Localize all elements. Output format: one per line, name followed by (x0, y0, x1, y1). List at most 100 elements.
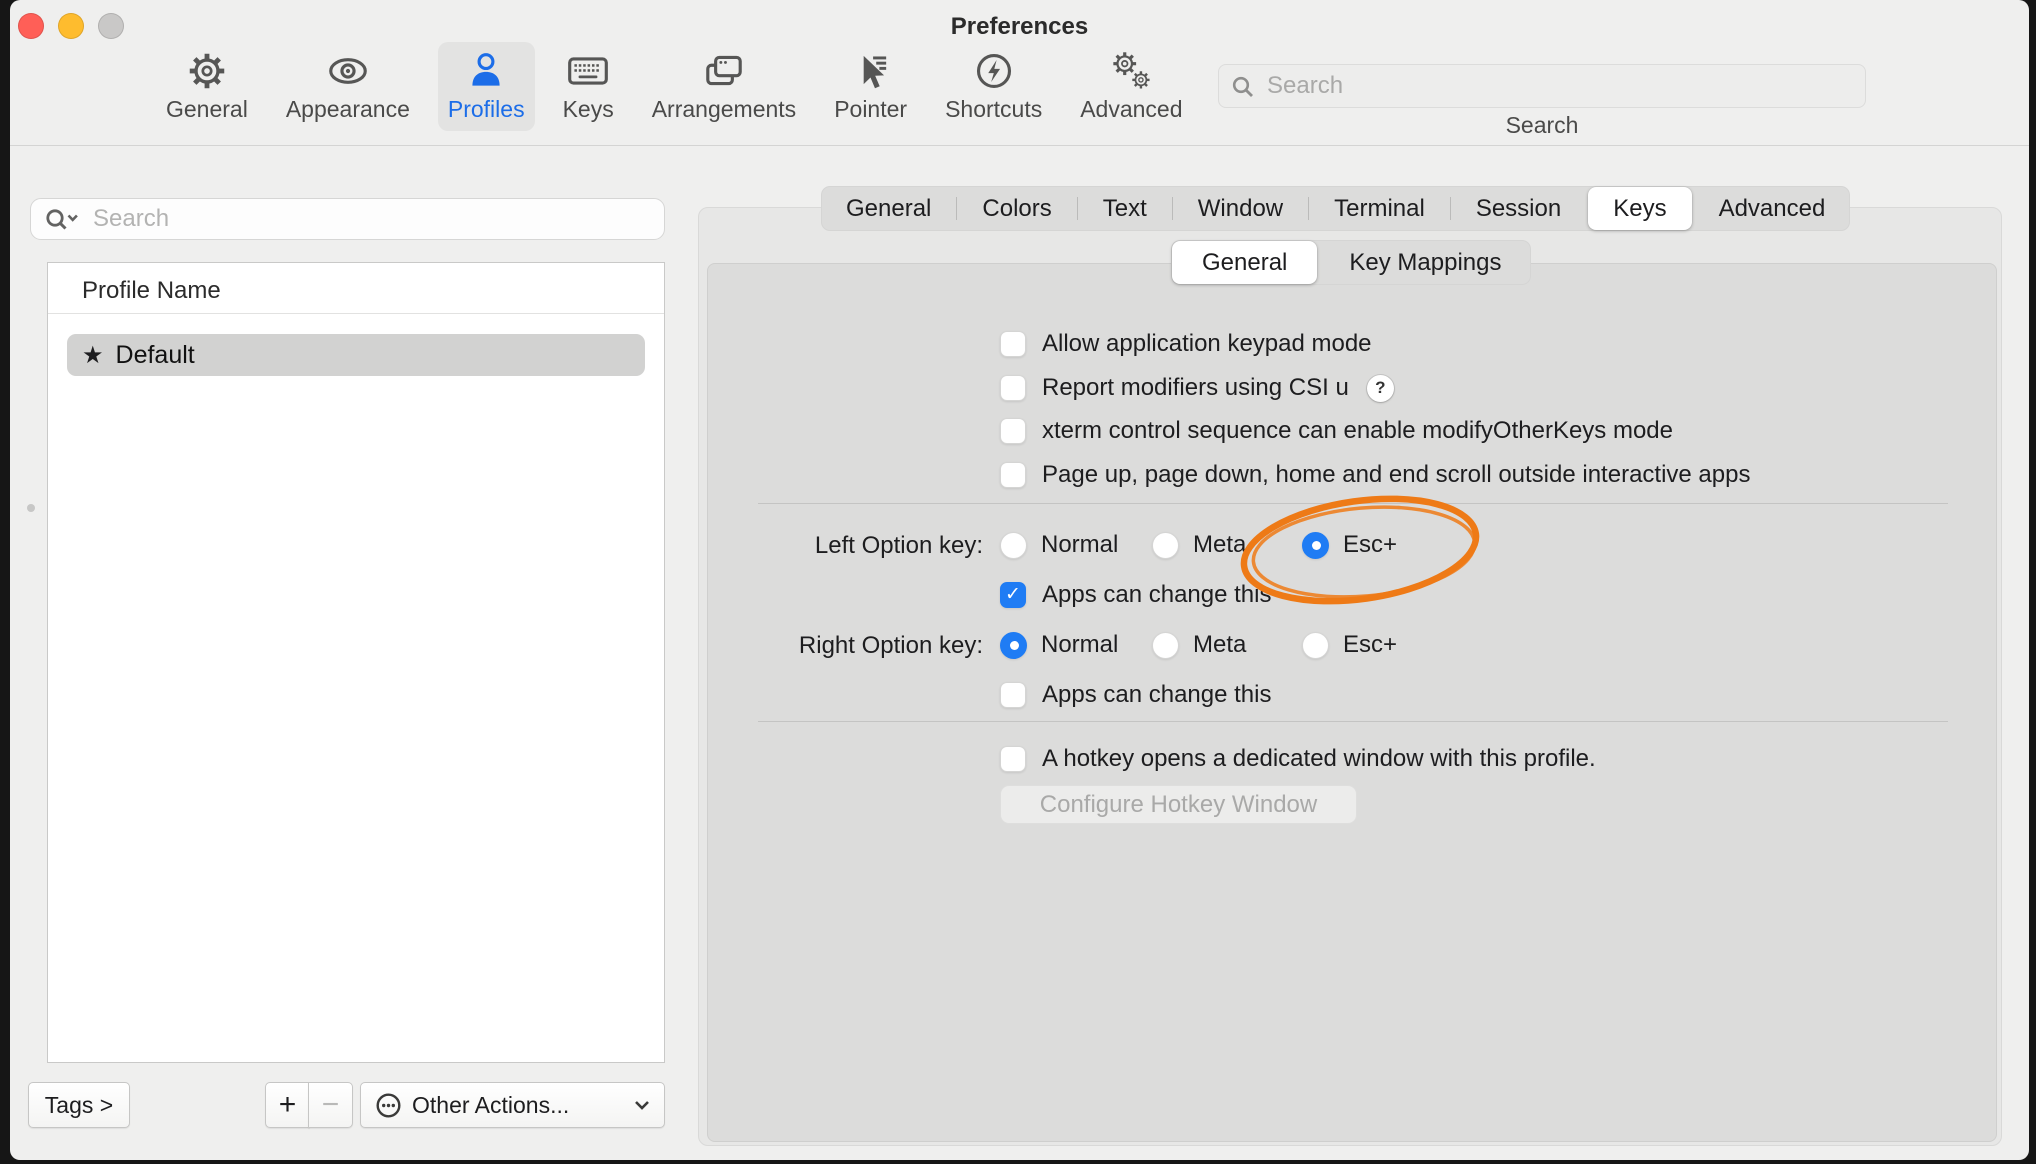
left-apps-can-change-row[interactable]: Apps can change this (1000, 581, 1272, 609)
toolbar-item-profiles[interactable]: Profiles (438, 42, 535, 131)
profile-list-header[interactable]: Profile Name (48, 263, 664, 314)
subtab-key-mappings[interactable]: Key Mappings (1319, 240, 1531, 285)
left-option-key-label: Left Option key: (700, 532, 983, 560)
checkbox-row-csi-u[interactable]: Report modifiers using CSI u ? (1000, 374, 1394, 402)
titlebar: Preferences General Appearance Prof (10, 0, 2029, 146)
eye-icon (325, 48, 371, 94)
radio-unselected[interactable] (1000, 532, 1027, 559)
toolbar-item-shortcuts[interactable]: Shortcuts (935, 42, 1052, 131)
radio-left-meta[interactable]: Meta (1152, 531, 1246, 559)
add-profile-button[interactable]: + (265, 1082, 310, 1128)
radio-label: Normal (1041, 631, 1118, 659)
gears-icon (1108, 48, 1154, 94)
radio-right-meta[interactable]: Meta (1152, 631, 1246, 659)
radio-unselected[interactable] (1302, 632, 1329, 659)
radio-selected[interactable] (1000, 632, 1027, 659)
checkbox-label: Apps can change this (1042, 581, 1272, 609)
radio-label: Normal (1041, 531, 1118, 559)
toolbar-item-label: Pointer (834, 96, 907, 123)
bolt-circle-icon (971, 48, 1017, 94)
gear-icon (184, 48, 230, 94)
search-icon (1231, 75, 1257, 101)
checkbox-unchecked[interactable] (1000, 746, 1026, 772)
tab-session[interactable]: Session (1451, 186, 1586, 231)
preferences-window: Preferences General Appearance Prof (10, 0, 2029, 1160)
checkbox-row-keypad-mode[interactable]: Allow application keypad mode (1000, 330, 1372, 358)
tab-text[interactable]: Text (1078, 186, 1172, 231)
other-actions-label: Other Actions... (412, 1092, 624, 1119)
toolbar-item-label: General (166, 96, 248, 123)
radio-left-normal[interactable]: Normal (1000, 531, 1118, 559)
left-option-radio-group: Normal Meta Esc+ (1000, 531, 1948, 558)
radio-label: Esc+ (1343, 531, 1397, 559)
configure-hotkey-window-button[interactable]: Configure Hotkey Window (1000, 785, 1357, 824)
profile-name: Default (116, 341, 195, 370)
radio-label: Esc+ (1343, 631, 1397, 659)
toolbar-item-general[interactable]: General (156, 42, 258, 131)
subtab-general[interactable]: General (1172, 241, 1317, 284)
checkbox-unchecked[interactable] (1000, 331, 1026, 357)
divider (758, 503, 1948, 504)
divider (758, 721, 1948, 722)
checkbox-label: Report modifiers using CSI u (1042, 374, 1349, 402)
toolbar-item-arrangements[interactable]: Arrangements (642, 42, 806, 131)
profile-search-input[interactable] (93, 199, 653, 239)
other-actions-dropdown[interactable]: Other Actions... (360, 1082, 665, 1128)
radio-left-esc[interactable]: Esc+ (1302, 531, 1397, 559)
toolbar-item-keys[interactable]: Keys (553, 42, 624, 131)
tab-terminal[interactable]: Terminal (1309, 186, 1450, 231)
profile-list: Profile Name ★ Default (47, 262, 665, 1063)
checkbox-label: Apps can change this (1042, 681, 1272, 709)
checkbox-row-page-scroll[interactable]: Page up, page down, home and end scroll … (1000, 461, 1750, 489)
checkbox-label: Allow application keypad mode (1042, 330, 1372, 358)
help-button[interactable]: ? (1367, 375, 1394, 402)
pane-splitter-handle[interactable] (27, 504, 35, 512)
tags-button[interactable]: Tags > (28, 1082, 130, 1128)
profile-search-field (30, 198, 665, 240)
radio-unselected[interactable] (1152, 632, 1179, 659)
profile-section-tabs: General Colors Text Window Terminal Sess… (821, 186, 1850, 231)
radio-right-normal[interactable]: Normal (1000, 631, 1118, 659)
tab-advanced[interactable]: Advanced (1694, 186, 1851, 231)
checkbox-label: xterm control sequence can enable modify… (1042, 417, 1673, 445)
toolbar-item-label: Appearance (286, 96, 410, 123)
toolbar-search-field (1218, 64, 1866, 108)
remove-profile-button[interactable]: − (308, 1082, 353, 1128)
keyboard-icon (565, 48, 611, 94)
tab-general[interactable]: General (821, 186, 956, 231)
hotkey-row[interactable]: A hotkey opens a dedicated window with t… (1000, 745, 1596, 773)
tab-keys[interactable]: Keys (1588, 187, 1691, 230)
profile-row-default[interactable]: ★ Default (67, 334, 645, 376)
toolbar-item-label: Shortcuts (945, 96, 1042, 123)
toolbar-item-label: Keys (563, 96, 614, 123)
keys-subtabs: General Key Mappings (1171, 240, 1531, 285)
preferences-toolbar: General Appearance Profiles (156, 42, 1193, 131)
window-title: Preferences (10, 13, 2029, 41)
right-apps-can-change-row[interactable]: Apps can change this (1000, 681, 1272, 709)
right-option-key-label: Right Option key: (700, 632, 983, 660)
chevron-down-icon (634, 1100, 650, 1110)
toolbar-search-input[interactable] (1267, 65, 1857, 107)
checkbox-row-modify-other-keys[interactable]: xterm control sequence can enable modify… (1000, 417, 1673, 445)
ellipsis-circle-icon (375, 1092, 402, 1119)
checkbox-unchecked[interactable] (1000, 375, 1026, 401)
radio-label: Meta (1193, 631, 1246, 659)
right-option-radio-group: Normal Meta Esc+ (1000, 631, 1948, 658)
toolbar-item-appearance[interactable]: Appearance (276, 42, 420, 131)
search-menu-icon (43, 206, 83, 234)
checkbox-unchecked[interactable] (1000, 462, 1026, 488)
tab-colors[interactable]: Colors (957, 186, 1076, 231)
checkbox-unchecked[interactable] (1000, 418, 1026, 444)
tab-window[interactable]: Window (1173, 186, 1308, 231)
checkbox-checked[interactable] (1000, 582, 1026, 608)
radio-right-esc[interactable]: Esc+ (1302, 631, 1397, 659)
checkbox-label: A hotkey opens a dedicated window with t… (1042, 745, 1596, 773)
radio-unselected[interactable] (1152, 532, 1179, 559)
toolbar-item-label: Profiles (448, 96, 525, 123)
radio-selected[interactable] (1302, 532, 1329, 559)
checkbox-unchecked[interactable] (1000, 682, 1026, 708)
toolbar-item-pointer[interactable]: Pointer (824, 42, 917, 131)
toolbar-item-advanced[interactable]: Advanced (1070, 42, 1192, 131)
checkbox-label: Page up, page down, home and end scroll … (1042, 461, 1750, 489)
radio-label: Meta (1193, 531, 1246, 559)
